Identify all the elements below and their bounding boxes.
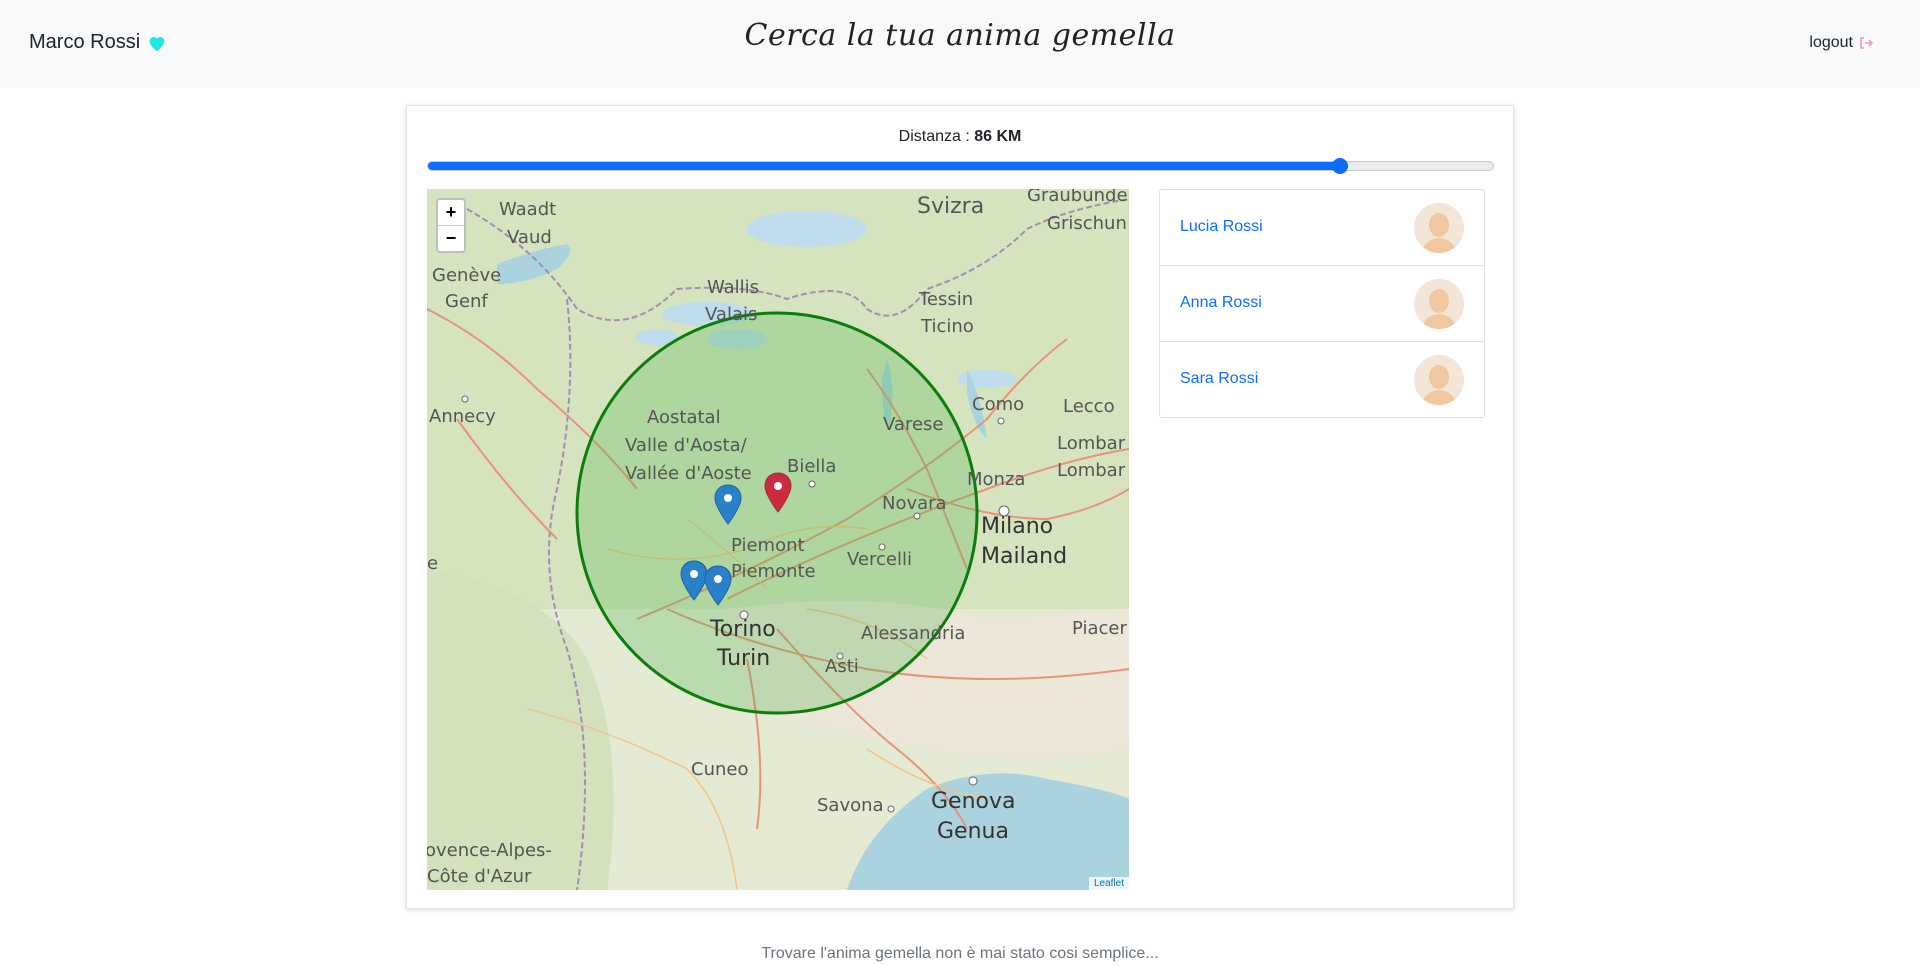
map-label-valledaosta: Valle d'Aosta/	[625, 435, 748, 456]
map-label-torino: Torino	[709, 617, 776, 642]
map-label-novara: Novara	[882, 493, 947, 514]
distance-caption: Distanza :	[898, 128, 970, 145]
map-label-geneve: Genève	[432, 265, 501, 286]
map-label-genova: Genova	[931, 789, 1016, 814]
avatar	[1414, 355, 1464, 405]
map-label-annecy: Annecy	[429, 406, 496, 427]
map-label-lecco: Lecco	[1063, 396, 1115, 417]
map[interactable]: Svizra Graubunde Grischun Waadt Vaud Gen…	[427, 189, 1129, 890]
map-label-lombardia2: Lombar	[1057, 460, 1126, 481]
match-name[interactable]: Lucia Rossi	[1180, 218, 1263, 236]
logout-label: logout	[1809, 34, 1853, 51]
map-label-biella: Biella	[787, 456, 836, 477]
distance-label: Distanza : 86 KM	[407, 128, 1513, 146]
map-label-provence2: Côte d'Azur	[427, 866, 532, 887]
map-label-genf: Genf	[445, 291, 488, 312]
logout-link[interactable]: logout	[1809, 34, 1874, 52]
search-card: Distanza : 86 KM Svizra Graubunde Grisch…	[406, 105, 1514, 909]
map-label-aostatal: Aostatal	[647, 407, 721, 428]
navbar: Marco Rossi Cerca la tua anima gemella l…	[0, 0, 1920, 88]
match-name[interactable]: Sara Rossi	[1180, 370, 1258, 388]
map-label-lombardia1: Lombar	[1057, 433, 1126, 454]
map-label-mailand: Mailand	[981, 544, 1067, 569]
map-label-wallis: Wallis	[707, 277, 759, 298]
map-label-alessandria: Alessandria	[861, 623, 965, 644]
map-label-ticino: Ticino	[920, 316, 974, 337]
list-item[interactable]: Sara Rossi	[1160, 342, 1484, 417]
app-title: Cerca la tua anima gemella	[744, 18, 1176, 53]
match-name[interactable]: Anna Rossi	[1180, 294, 1262, 312]
map-label-svizra: Svizra	[917, 194, 984, 219]
map-label-como: Como	[972, 394, 1024, 415]
avatar	[1414, 279, 1464, 329]
slider-fill	[428, 162, 1340, 170]
map-label-e: e	[427, 553, 438, 574]
map-label-vercelli: Vercelli	[847, 549, 912, 570]
map-label-monza: Monza	[967, 469, 1025, 490]
map-label-turin: Turin	[716, 646, 770, 671]
list-item[interactable]: Anna Rossi	[1160, 266, 1484, 342]
matches-list: Lucia Rossi Anna Rossi Sara Rossi	[1159, 189, 1485, 418]
map-label-milano: Milano	[981, 514, 1053, 539]
map-label-savona: Savona	[817, 795, 884, 816]
map-label-valais: Valais	[705, 304, 757, 325]
zoom-in-button[interactable]: +	[438, 200, 464, 225]
map-label-piemont: Piemont	[731, 535, 805, 556]
map-label-valleedaoste: Vallée d'Aoste	[625, 463, 752, 484]
map-label-piacenza: Piacer	[1072, 618, 1127, 639]
map-label-graubunden: Graubunde	[1027, 189, 1128, 206]
distance-slider[interactable]	[427, 158, 1494, 174]
zoom-control: + −	[436, 198, 466, 253]
map-label-varese: Varese	[883, 414, 943, 435]
zoom-out-button[interactable]: −	[438, 225, 464, 251]
map-label-tessin: Tessin	[918, 289, 973, 310]
footer-tagline: Trovare l'anima gemella non è mai stato …	[761, 945, 1159, 962]
map-attribution[interactable]: Leaflet	[1088, 877, 1129, 890]
map-label-cuneo: Cuneo	[691, 759, 748, 780]
map-label-genua: Genua	[937, 819, 1009, 844]
sign-out-icon	[1860, 37, 1874, 49]
map-tiles: Svizra Graubunde Grischun Waadt Vaud Gen…	[427, 189, 1129, 890]
map-label-piemonte: Piemonte	[731, 561, 816, 582]
avatar	[1414, 203, 1464, 253]
map-label-grischun: Grischun	[1047, 213, 1127, 234]
map-label-waadt: Waadt	[499, 199, 556, 220]
map-label-asti: Asti	[825, 656, 859, 677]
map-label-vaud: Vaud	[507, 227, 552, 248]
list-item[interactable]: Lucia Rossi	[1160, 190, 1484, 266]
map-label-provence1: ovence-Alpes-	[427, 840, 552, 861]
slider-thumb[interactable]	[1331, 158, 1348, 174]
distance-value: 86 KM	[974, 128, 1022, 145]
